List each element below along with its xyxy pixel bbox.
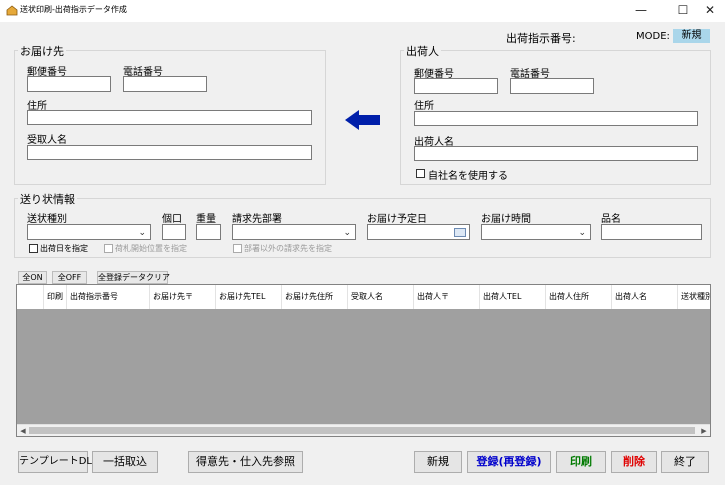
- shipper-address-label: 住所: [414, 101, 434, 112]
- item-name-label: 品名: [601, 214, 621, 225]
- shipper-name-input[interactable]: [414, 146, 698, 161]
- print-button[interactable]: 印刷: [556, 451, 606, 473]
- weight-label: 重量: [196, 214, 216, 225]
- data-grid[interactable]: 印刷 出荷指示番号 お届け先〒 お届け先TEL お届け先住所 受取人名 出荷人〒…: [16, 284, 711, 437]
- column-header[interactable]: お届け先〒: [150, 285, 216, 309]
- column-header[interactable]: 出荷人住所: [546, 285, 612, 309]
- shipping-instruction-number-label: 出荷指示番号:: [506, 32, 576, 45]
- all-off-button[interactable]: 全OFF: [52, 271, 87, 284]
- slip-info-group-title: 送り状情報: [18, 191, 77, 207]
- arrow-left-icon[interactable]: [345, 110, 380, 130]
- weight-input[interactable]: [196, 224, 221, 240]
- recipient-group-title: お届け先: [18, 43, 66, 59]
- shipper-phone-input[interactable]: [510, 78, 594, 94]
- mode-value: 新規: [673, 29, 710, 43]
- grid-row-header: [17, 285, 44, 309]
- use-company-name-label: 自社名を使用する: [428, 171, 508, 182]
- shipper-address-input[interactable]: [414, 111, 698, 126]
- use-company-name-checkbox[interactable]: [416, 169, 425, 178]
- scroll-right-icon[interactable]: ▶: [698, 425, 710, 436]
- column-header[interactable]: 出荷人名: [612, 285, 678, 309]
- column-header[interactable]: 出荷人〒: [414, 285, 480, 309]
- title-bar: 送状印刷-出荷指示データ作成 — ☐ ✕: [0, 0, 725, 22]
- ship-date-label: 出荷日を指定: [40, 244, 88, 253]
- count-input[interactable]: [162, 224, 186, 240]
- calendar-icon: [454, 228, 466, 237]
- recipient-name-input[interactable]: [27, 145, 312, 160]
- recipient-postal-input[interactable]: [27, 76, 111, 92]
- shipper-postal-input[interactable]: [414, 78, 498, 94]
- horizontal-scrollbar[interactable]: ◀ ▶: [17, 424, 710, 436]
- tag-position-checkbox: [104, 244, 113, 253]
- window-title: 送状印刷-出荷指示データ作成: [20, 5, 127, 14]
- recipient-name-label: 受取人名: [27, 135, 67, 146]
- register-button[interactable]: 登録(再登録): [467, 451, 551, 473]
- column-header[interactable]: 送状種別: [678, 285, 710, 309]
- billing-dept-label: 請求先部署: [232, 214, 282, 225]
- delivery-time-label: お届け時間: [481, 214, 531, 225]
- mode-label: MODE:: [636, 31, 670, 42]
- slip-type-combo[interactable]: ⌄: [27, 224, 151, 240]
- shipper-group-title: 出荷人: [404, 43, 441, 59]
- app-icon: [6, 5, 18, 16]
- column-header[interactable]: お届け先住所: [282, 285, 348, 309]
- other-dept-checkbox: [233, 244, 242, 253]
- scrollbar-thumb[interactable]: [29, 427, 695, 434]
- new-button[interactable]: 新規: [414, 451, 462, 473]
- chevron-down-icon: ⌄: [343, 228, 351, 238]
- column-header[interactable]: 出荷指示番号: [67, 285, 150, 309]
- delete-button[interactable]: 削除: [611, 451, 657, 473]
- chevron-down-icon: ⌄: [578, 228, 586, 238]
- delivery-time-combo[interactable]: ⌄: [481, 224, 591, 240]
- chevron-down-icon: ⌄: [138, 228, 146, 238]
- count-label: 個口: [162, 214, 182, 225]
- recipient-address-input[interactable]: [27, 110, 312, 125]
- scroll-left-icon[interactable]: ◀: [17, 425, 29, 436]
- template-download-button[interactable]: テンプレートDL: [18, 451, 92, 473]
- column-header[interactable]: お届け先TEL: [216, 285, 282, 309]
- minimize-button[interactable]: —: [626, 0, 656, 22]
- other-dept-label: 部署以外の請求先を指定: [244, 244, 332, 253]
- clear-all-data-button[interactable]: 全登録データクリア: [97, 271, 170, 284]
- maximize-button[interactable]: ☐: [668, 0, 698, 22]
- close-button[interactable]: ✕: [695, 0, 725, 22]
- billing-dept-combo[interactable]: ⌄: [232, 224, 356, 240]
- tag-position-label: 荷札開始位置を指定: [115, 244, 187, 253]
- column-header[interactable]: 受取人名: [348, 285, 414, 309]
- item-name-input[interactable]: [601, 224, 702, 240]
- delivery-date-picker[interactable]: [367, 224, 470, 240]
- delivery-date-label: お届け予定日: [367, 214, 427, 225]
- slip-type-label: 送状種別: [27, 214, 67, 225]
- grid-header: 印刷 出荷指示番号 お届け先〒 お届け先TEL お届け先住所 受取人名 出荷人〒…: [17, 285, 710, 309]
- bulk-import-button[interactable]: 一括取込: [92, 451, 158, 473]
- exit-button[interactable]: 終了: [661, 451, 709, 473]
- column-header[interactable]: 出荷人TEL: [480, 285, 546, 309]
- ship-date-checkbox[interactable]: [29, 244, 38, 253]
- customer-supplier-reference-button[interactable]: 得意先・仕入先参照: [188, 451, 303, 473]
- recipient-phone-input[interactable]: [123, 76, 207, 92]
- column-header[interactable]: 印刷: [44, 285, 67, 309]
- all-on-button[interactable]: 全ON: [18, 271, 47, 284]
